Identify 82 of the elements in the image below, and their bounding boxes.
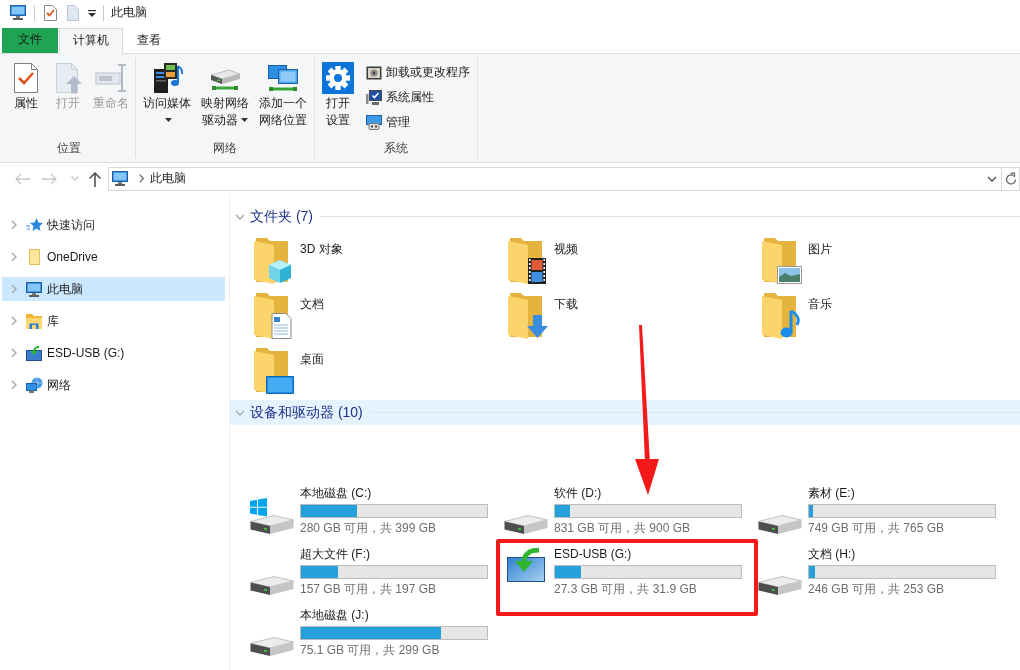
ribbon-tab[interactable]: 计算机 [59,28,123,54]
folder-item[interactable]: 图片 [758,235,1012,290]
ribbon-group-label: 位置 [56,140,82,157]
ribbon-button[interactable]: 添加一个网络位置 [255,58,311,140]
ribbon-button[interactable]: 访问媒体 [139,58,195,140]
ribbon-button[interactable]: 系统属性 [364,85,474,110]
network-globe-icon [25,377,43,393]
drive-space-text: 75.1 GB 可用，共 299 GB [300,642,441,658]
folder-item[interactable]: 文档 [250,290,504,345]
refresh-icon [1004,172,1017,185]
ribbon-tab[interactable]: 查看 [123,28,175,54]
folder-item[interactable]: 音乐 [758,290,1012,345]
folder-item[interactable]: 下载 [504,290,758,345]
caret-icon[interactable] [88,10,96,17]
ribbon-button[interactable]: 卸载或更改程序 [364,60,474,85]
monitor-icon [112,171,128,186]
screen-arrow-icon [26,345,42,361]
folder-item[interactable]: 桌面 [250,345,504,400]
folder-music-note-icon [762,293,802,339]
hard-drive-icon[interactable] [504,513,548,535]
monitor-check-icon [366,90,382,105]
ribbon-button[interactable]: 映射网络驱动器 [197,58,253,140]
hard-drive-icon[interactable] [250,635,294,657]
hard-drive-icon[interactable] [758,513,802,535]
chevron-down-icon[interactable] [987,175,997,182]
folder-item[interactable]: 3D 对象 [250,235,504,290]
page-icon [28,249,40,265]
drive-space-text: 27.3 GB 可用，共 31.9 GB [554,581,698,597]
drive-space-text: 246 GB 可用，共 253 GB [808,581,946,597]
chevron-right-icon[interactable] [139,174,144,183]
window-title: 此电脑 [111,4,147,21]
drive-space-text: 831 GB 可用，共 900 GB [554,520,692,536]
checked-document-icon[interactable] [44,4,57,21]
refresh-button[interactable] [1002,166,1020,191]
folder-picture-icon [762,238,802,284]
drive-name[interactable]: 超大文件 (F:) [300,546,488,562]
ribbon-button[interactable]: 打开设置 [318,58,358,140]
drive-name[interactable]: 本地磁盘 (C:) [300,485,488,501]
drive-space-text: 749 GB 可用，共 765 GB [808,520,946,536]
nav-item[interactable]: 库 [2,309,225,333]
media-server-icon [151,62,183,94]
folder-monitor-icon [254,348,294,394]
nav-item[interactable]: ESD-USB (G:) [2,341,225,365]
folder-document-icon [254,293,294,339]
folder-down-arrow-icon [508,293,548,339]
drive-space-text: 280 GB 可用，共 399 GB [300,520,438,536]
hard-drive-icon[interactable] [758,574,802,596]
nav-item[interactable]: OneDrive [2,245,225,269]
group-header[interactable]: 设备和驱动器 (10) [230,400,1020,425]
ribbon-group-label: 系统 [383,140,409,157]
network-monitors-icon [267,63,299,93]
monitor-icon [10,5,26,20]
drive-name[interactable]: 本地磁盘 (J:) [300,607,488,623]
disk-box-icon [366,64,382,81]
drive-name[interactable]: 素材 (E:) [808,485,996,501]
drive-space-text: 157 GB 可用，共 197 GB [300,581,438,597]
folder-film-icon [508,238,548,284]
nav-item[interactable]: 此电脑 [2,277,225,301]
monitor-icon [26,281,42,297]
star-icon [25,217,43,233]
windows-drive-icon[interactable] [250,498,294,535]
hard-drive-icon[interactable] [250,574,294,596]
gear-icon [322,62,354,94]
computer-icon [366,115,382,130]
address-field[interactable]: 此电脑 [108,166,1002,191]
text-cursor-icon [95,62,127,94]
screen-arrow-icon[interactable] [507,548,545,582]
ribbon-group-label: 网络 [212,140,238,157]
folder-cube-icon [254,238,294,284]
ribbon-tab[interactable]: 文件 [2,28,58,53]
nav-item[interactable]: 快速访问 [2,213,225,237]
drive-name[interactable]: 软件 (D:) [554,485,742,501]
library-folder-icon [26,313,42,329]
ribbon-button[interactable]: 管理 [364,110,474,135]
group-header[interactable]: 文件夹 (7) [230,204,1020,229]
drive-name[interactable]: 文档 (H:) [808,546,996,562]
ribbon-button[interactable]: 属性 [6,58,46,140]
drive-name[interactable]: ESD-USB (G:) [554,546,742,562]
breadcrumb-item[interactable]: 此电脑 [150,170,186,187]
arrow-up-icon[interactable] [88,170,102,187]
nav-item[interactable]: 网络 [2,373,225,397]
folder-item[interactable]: 视频 [504,235,758,290]
